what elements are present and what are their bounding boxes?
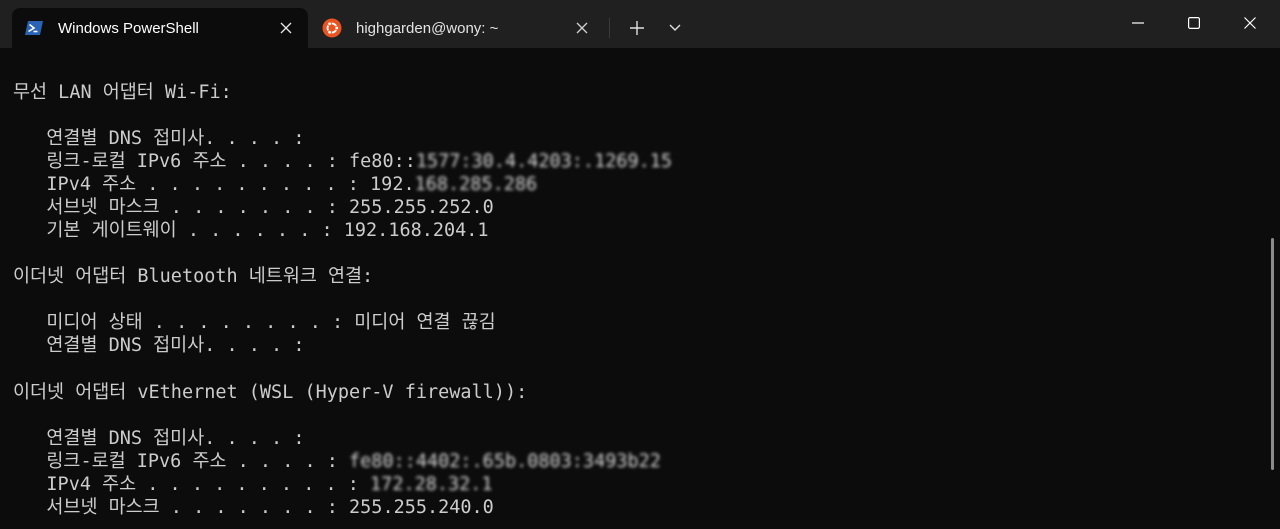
terminal-line: 이더넷 어댑터 vEthernet (WSL (Hyper-V firewall… xyxy=(13,382,528,403)
terminal-line: IPv4 주소 . . . . . . . . . : 172.28.32.1 xyxy=(13,474,493,495)
title-bar: Windows PowerShell highgarden@wony: ~ xyxy=(0,0,1280,48)
vertical-scrollbar[interactable] xyxy=(1268,48,1280,529)
terminal-line: 링크-로컬 IPv6 주소 . . . . : fe80::1577:30.4.… xyxy=(13,151,673,172)
terminal-line: 미디어 상태 . . . . . . . . : 미디어 연결 끊김 xyxy=(13,312,496,333)
close-icon xyxy=(1244,17,1256,29)
close-tab-icon[interactable] xyxy=(568,14,596,42)
terminal-line: IPv4 주소 . . . . . . . . . : 192.168.285.… xyxy=(13,174,538,195)
masked-ip-value: 172.28.32.1 xyxy=(370,474,493,495)
minimize-icon xyxy=(1132,22,1144,24)
maximize-icon xyxy=(1188,17,1200,29)
powershell-icon xyxy=(25,21,43,35)
terminal-output[interactable]: 무선 LAN 어댑터 Wi-Fi: 연결별 DNS 접미사. . . . : 링… xyxy=(0,48,1268,529)
terminal-line: 서브넷 마스크 . . . . . . . : 255.255.252.0 xyxy=(13,197,494,218)
masked-ip-value: 1577:30.4.4203:.1269.15 xyxy=(415,151,673,172)
maximize-button[interactable] xyxy=(1166,0,1222,46)
close-tab-icon[interactable] xyxy=(272,14,300,42)
terminal-line: 연결별 DNS 접미사. . . . : xyxy=(13,428,305,449)
terminal-line: 연결별 DNS 접미사. . . . : xyxy=(13,335,305,356)
terminal-line: 연결별 DNS 접미사. . . . : xyxy=(13,128,305,149)
terminal-line: 링크-로컬 IPv6 주소 . . . . : fe80::4402:.65b.… xyxy=(13,451,661,472)
terminal-line: 서브넷 마스크 . . . . . . . : 255.255.240.0 xyxy=(13,497,494,518)
tab-title: Windows PowerShell xyxy=(58,19,199,37)
tab-windows-powershell[interactable]: Windows PowerShell xyxy=(12,8,308,48)
ubuntu-icon xyxy=(322,18,342,38)
plus-icon xyxy=(630,21,644,35)
scrollbar-thumb[interactable] xyxy=(1271,238,1274,470)
terminal-line: 기본 게이트웨이 . . . . . . : 192.168.204.1 xyxy=(13,220,489,241)
tab-ubuntu[interactable]: highgarden@wony: ~ xyxy=(314,8,604,48)
close-window-button[interactable] xyxy=(1222,0,1278,46)
tab-dropdown-button[interactable] xyxy=(659,12,691,44)
tab-divider xyxy=(609,18,610,38)
masked-ip-value: 168.285.286 xyxy=(414,174,538,195)
terminal-line: 이더넷 어댑터 Bluetooth 네트워크 연결: xyxy=(13,266,374,287)
chevron-down-icon xyxy=(669,24,681,31)
masked-ip-value: fe80::4402:.65b.0803:3493b22 xyxy=(349,451,661,472)
tab-title: highgarden@wony: ~ xyxy=(356,19,499,37)
minimize-button[interactable] xyxy=(1110,0,1166,46)
new-tab-button[interactable] xyxy=(621,12,653,44)
terminal-line: 무선 LAN 어댑터 Wi-Fi: xyxy=(13,82,232,103)
